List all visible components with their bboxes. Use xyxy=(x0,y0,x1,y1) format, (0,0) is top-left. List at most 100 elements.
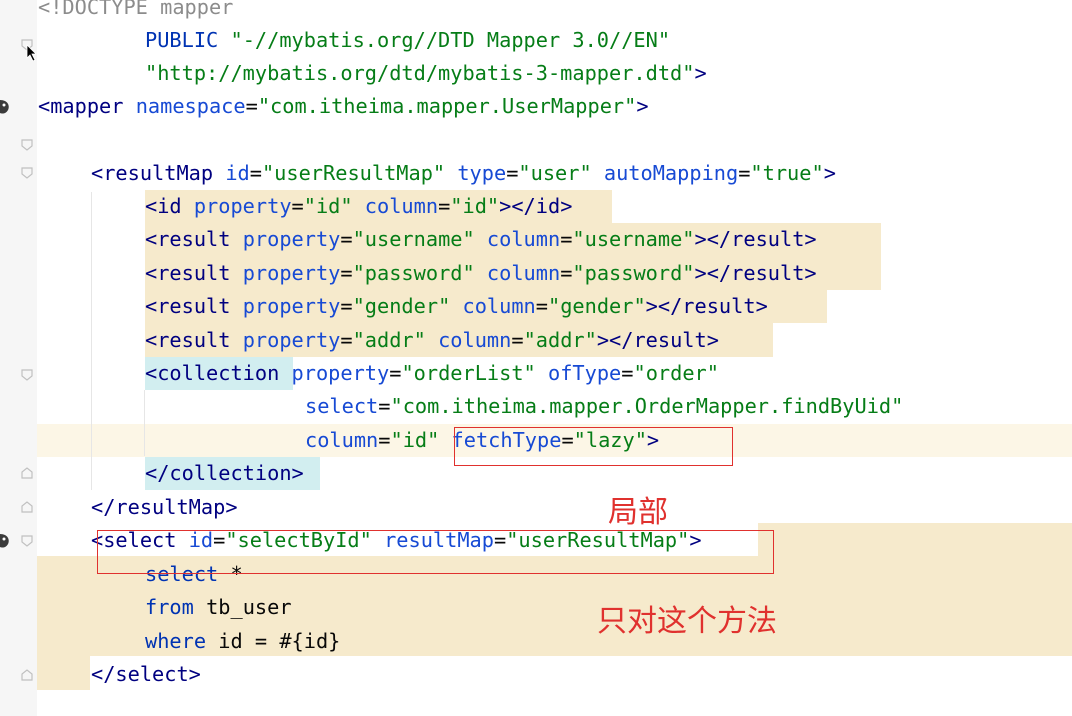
code-token: "orderList" xyxy=(401,361,536,385)
code-line-system-id: "http://mybatis.org/dtd/mybatis-3-mapper… xyxy=(145,57,707,90)
fold-end-marker-icon[interactable] xyxy=(20,668,34,682)
code-token: = xyxy=(291,194,304,218)
code-token: <result xyxy=(145,294,243,318)
code-line-public-id: PUBLIC "-//mybatis.org//DTD Mapper 3.0//… xyxy=(145,24,670,57)
code-line-collection-select: select="com.itheima.mapper.OrderMapper.f… xyxy=(305,390,903,423)
code-token: column xyxy=(474,261,561,285)
code-token: column xyxy=(305,428,379,452)
code-token: type xyxy=(445,161,507,185)
code-token: "user" xyxy=(518,161,592,185)
code-token: = xyxy=(621,361,634,385)
code-token: = xyxy=(560,227,573,251)
code-token: "true" xyxy=(750,161,824,185)
code-token: = xyxy=(511,328,524,352)
code-token: = xyxy=(340,294,353,318)
code-token: <result xyxy=(145,261,243,285)
code-line-resultmap-close: </resultMap> xyxy=(91,491,238,524)
fold-marker-icon[interactable] xyxy=(20,368,34,382)
code-line-id-mapping: <id property="id" column="id"></id> xyxy=(145,190,572,223)
code-token: </select> xyxy=(91,662,201,686)
code-token: "com.itheima.mapper.OrderMapper.findByUi… xyxy=(390,394,904,418)
code-line-result-addr: <result property="addr" column="addr"></… xyxy=(145,324,719,357)
code-token: "password" xyxy=(572,261,695,285)
code-token: </collection> xyxy=(145,461,304,485)
code-token: "username" xyxy=(572,227,695,251)
code-line-collection-open: <collection property="orderList" ofType=… xyxy=(145,357,719,390)
code-line-collection-close: </collection> xyxy=(145,457,304,490)
code-token: id = #{id} xyxy=(218,629,341,653)
code-token: column xyxy=(352,194,439,218)
code-token: = xyxy=(389,361,402,385)
code-token: "-//mybatis.org//DTD Mapper 3.0//EN" xyxy=(230,28,671,52)
code-token: from xyxy=(145,595,207,619)
code-token: <resultMap xyxy=(91,161,226,185)
fold-marker-icon[interactable] xyxy=(20,534,34,548)
code-token: = xyxy=(340,227,353,251)
code-token: <result xyxy=(145,227,243,251)
code-line-result-gender: <result property="gender" column="gender… xyxy=(145,290,768,323)
fold-end-marker-icon[interactable] xyxy=(20,500,34,514)
code-token: <result xyxy=(145,328,243,352)
code-token: = xyxy=(340,328,353,352)
mybatis-bird-icon[interactable] xyxy=(0,532,10,550)
code-token: "gender" xyxy=(352,294,451,318)
code-token: ></result> xyxy=(694,261,817,285)
fold-marker-icon[interactable] xyxy=(20,166,34,180)
code-token: autoMapping xyxy=(591,161,739,185)
code-token: = xyxy=(535,294,548,318)
editor-gutter xyxy=(0,0,59,716)
code-token: = xyxy=(506,161,519,185)
code-token: <mapper xyxy=(38,94,136,118)
code-token: = xyxy=(438,194,451,218)
code-token: "username" xyxy=(352,227,475,251)
code-token: PUBLIC xyxy=(145,28,231,52)
code-token: property xyxy=(242,261,341,285)
code-token: "addr" xyxy=(523,328,597,352)
code-editor[interactable]: <!DOCTYPE mapper PUBLIC "-//mybatis.org/… xyxy=(37,0,1072,716)
code-token: "id" xyxy=(303,194,353,218)
code-token: namespace xyxy=(135,94,246,118)
fold-marker-icon[interactable] xyxy=(20,138,34,152)
fold-end-marker-icon[interactable] xyxy=(20,466,34,480)
code-token: "http://mybatis.org/dtd/mybatis-3-mapper… xyxy=(145,61,695,85)
code-line-sql-from: from tb_user xyxy=(145,591,292,624)
code-token: "userResultMap" xyxy=(261,161,446,185)
code-token: property xyxy=(279,361,390,385)
code-token: </resultMap> xyxy=(91,495,238,519)
code-token: "password" xyxy=(352,261,475,285)
code-line-select-close: </select> xyxy=(91,658,201,691)
code-token: property xyxy=(242,294,341,318)
annotation-box-select xyxy=(97,530,774,574)
code-line-result-password: <result property="password" column="pass… xyxy=(145,257,817,290)
annotation-label-local: 局部 xyxy=(608,495,668,530)
code-token: <!DOCTYPE mapper xyxy=(38,0,234,19)
code-token: = xyxy=(378,394,391,418)
code-token: id xyxy=(225,161,250,185)
code-token: "id" xyxy=(390,428,440,452)
code-line-mapper-open: <mapper namespace="com.itheima.mapper.Us… xyxy=(38,90,649,123)
code-token: = xyxy=(245,94,258,118)
code-token: > xyxy=(823,161,836,185)
annotation-box-fetchtype xyxy=(454,427,733,466)
indent-guide xyxy=(144,390,145,456)
code-token: "gender" xyxy=(547,294,646,318)
code-token: property xyxy=(242,328,341,352)
code-token: = xyxy=(560,261,573,285)
code-token: column xyxy=(450,294,536,318)
mybatis-bird-icon[interactable] xyxy=(0,98,10,116)
code-token: tb_user xyxy=(206,595,292,619)
code-token: = xyxy=(249,161,262,185)
annotation-label-only-this-method: 只对这个方法 xyxy=(597,604,777,639)
indent-guide xyxy=(91,192,92,490)
code-token: property xyxy=(242,227,341,251)
code-token: ></result> xyxy=(596,328,719,352)
code-token: = xyxy=(340,261,353,285)
code-token: <collection xyxy=(145,361,280,385)
code-token: ></result> xyxy=(694,227,817,251)
select-block-highlight xyxy=(758,523,1072,556)
code-token: "addr" xyxy=(352,328,426,352)
code-token: <id xyxy=(145,194,194,218)
code-token: ></result> xyxy=(645,294,768,318)
code-token: "id" xyxy=(450,194,500,218)
code-token: ></id> xyxy=(499,194,573,218)
